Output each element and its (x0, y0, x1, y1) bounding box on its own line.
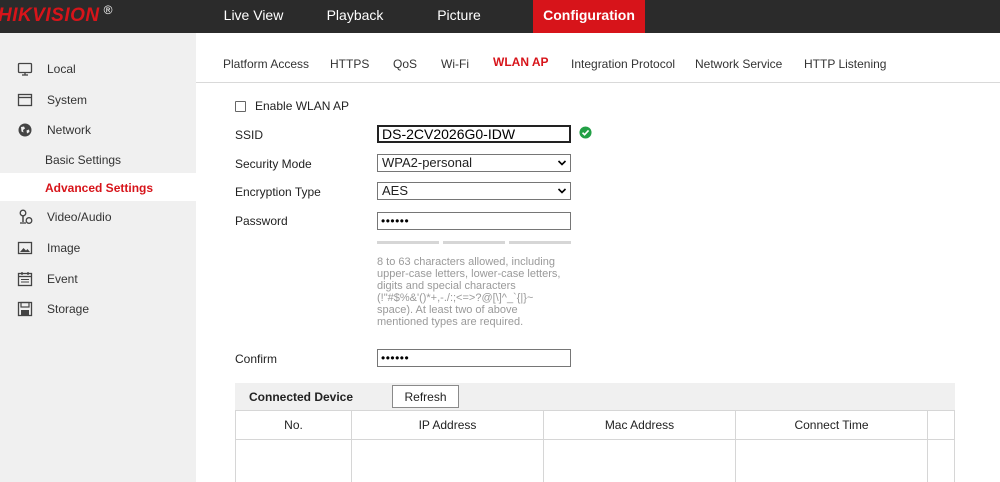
column-header-ip-address: IP Address (352, 411, 543, 440)
security-mode-label: Security Mode (235, 157, 312, 171)
tab-wifi[interactable]: Wi-Fi (441, 57, 469, 71)
sidebar-subitem-basic-settings[interactable]: Basic Settings (0, 145, 196, 173)
top-bar: HIKVISION ® Live View Playback Picture Co… (0, 0, 1000, 33)
column-header-mac-address: Mac Address (544, 411, 735, 440)
video-audio-icon (19, 209, 33, 224)
refresh-button[interactable]: Refresh (392, 385, 459, 408)
ssid-label: SSID (235, 128, 264, 142)
tab-network-service[interactable]: Network Service (695, 57, 782, 71)
table-column (928, 411, 954, 482)
chevron-down-icon (557, 160, 567, 166)
nav-playback[interactable]: Playback (311, 0, 399, 33)
sidebar-subitem-label: Basic Settings (45, 153, 122, 167)
sidebar: Local System Network Basic Settings Adva… (0, 33, 196, 482)
tab-platform-access[interactable]: Platform Access (223, 57, 309, 71)
sidebar-subitem-advanced-settings[interactable]: Advanced Settings (0, 173, 196, 201)
sidebar-item-storage[interactable]: Storage (0, 294, 196, 324)
tab-wlan-ap[interactable]: WLAN AP (493, 55, 549, 69)
config-tab-bar: Platform Access HTTPS QoS Wi-Fi WLAN AP … (196, 33, 1000, 83)
sidebar-item-label: Network (47, 123, 92, 137)
sidebar-item-label: Storage (47, 302, 90, 316)
table-column: IP Address (352, 411, 544, 482)
sidebar-item-label: Image (47, 241, 81, 255)
event-calendar-icon (17, 272, 33, 287)
sidebar-item-label: System (47, 93, 88, 107)
sidebar-subitem-label: Advanced Settings (45, 181, 154, 195)
connected-device-table: No. IP Address Mac Address Connect Time (235, 410, 955, 482)
tab-https[interactable]: HTTPS (330, 57, 369, 71)
ssid-input[interactable] (377, 125, 571, 143)
password-strength-bar-medium (443, 241, 505, 244)
password-label: Password (235, 214, 288, 228)
connected-device-title: Connected Device (249, 390, 354, 404)
column-header-extra (928, 411, 954, 440)
network-globe-icon (18, 123, 32, 137)
nav-configuration[interactable]: Configuration (533, 0, 645, 33)
monitor-icon (17, 62, 33, 76)
sidebar-item-label: Event (47, 272, 78, 286)
nav-live-view[interactable]: Live View (196, 0, 311, 33)
table-column: Mac Address (544, 411, 736, 482)
sidebar-item-system[interactable]: System (0, 85, 196, 115)
column-header-no: No. (236, 411, 351, 440)
tab-integration-protocol[interactable]: Integration Protocol (571, 57, 675, 71)
table-column: Connect Time (736, 411, 928, 482)
sidebar-item-network[interactable]: Network (0, 115, 196, 145)
image-icon (17, 241, 33, 255)
encryption-type-select[interactable]: AES (377, 182, 571, 200)
security-mode-select[interactable]: WPA2-personal (377, 154, 571, 172)
password-input[interactable] (377, 212, 571, 230)
tab-qos[interactable]: QoS (393, 57, 417, 71)
encryption-type-value: AES (382, 183, 409, 198)
encryption-type-label: Encryption Type (235, 185, 321, 199)
system-icon (17, 93, 33, 107)
table-column: No. (236, 411, 352, 482)
nav-picture[interactable]: Picture (399, 0, 519, 33)
check-valid-icon (579, 126, 592, 139)
enable-wlan-ap-checkbox[interactable] (235, 101, 246, 112)
column-header-connect-time: Connect Time (736, 411, 927, 440)
sidebar-item-local[interactable]: Local (0, 54, 196, 84)
sidebar-item-event[interactable]: Event (0, 264, 196, 294)
sidebar-item-label: Local (47, 62, 76, 76)
password-strength-bar-weak (377, 241, 439, 244)
tab-http-listening[interactable]: HTTP Listening (804, 57, 886, 71)
enable-wlan-ap-label: Enable WLAN AP (255, 99, 350, 113)
confirm-label: Confirm (235, 352, 278, 366)
security-mode-value: WPA2-personal (382, 155, 473, 170)
password-strength-bar-strong (509, 241, 571, 244)
connected-device-header: Connected Device Refresh (235, 383, 955, 410)
storage-disk-icon (17, 301, 33, 317)
trademark-symbol: ® (103, 3, 113, 17)
sidebar-item-image[interactable]: Image (0, 233, 196, 263)
confirm-password-input[interactable] (377, 349, 571, 367)
password-hint: 8 to 63 characters allowed, including up… (377, 256, 561, 328)
hikvision-logo: HIKVISION ® (0, 0, 196, 33)
sidebar-item-video-audio[interactable]: Video/Audio (0, 202, 196, 232)
logo-text: HIKVISION (0, 5, 100, 26)
chevron-down-icon (557, 188, 567, 194)
sidebar-item-label: Video/Audio (47, 210, 112, 224)
